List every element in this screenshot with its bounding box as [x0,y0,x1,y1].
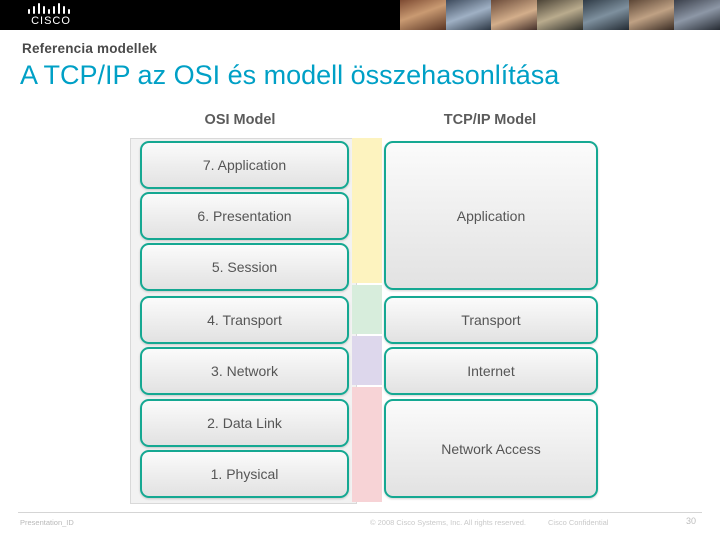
band-network-access [352,387,382,502]
banner-photo [537,0,583,30]
osi-layer-application: 7. Application [140,141,349,189]
page-title: A TCP/IP az OSI és modell összehasonlítá… [20,60,560,90]
osi-layer-session: 5. Session [140,243,349,291]
banner-photo-strip [400,0,720,30]
tcpip-layer-internet: Internet [384,347,598,395]
footer-confidential: Cisco Confidential [548,518,609,527]
slide-banner: CISCO [0,0,720,30]
footer-copyright: © 2008 Cisco Systems, Inc. All rights re… [370,518,527,527]
band-internet [352,336,382,385]
footer-page-number: 30 [686,516,697,526]
banner-photo [400,0,446,30]
band-application [352,138,382,283]
cisco-bars-icon [28,3,74,14]
cisco-logo: CISCO [16,3,86,27]
cisco-wordmark: CISCO [31,15,71,27]
tcpip-column-header: TCP/IP Model [443,112,537,128]
banner-photo [628,0,675,30]
banner-photo [674,0,720,30]
banner-photo [582,0,629,30]
band-transport [352,285,382,334]
osi-layer-physical: 1. Physical [140,450,349,498]
footer-divider [18,512,702,513]
osi-layer-transport: 4. Transport [140,296,349,344]
tcpip-layer-network-access: Network Access [384,399,598,498]
banner-photo [491,0,538,30]
banner-photo [445,0,492,30]
osi-layer-network: 3. Network [140,347,349,395]
osi-layer-presentation: 6. Presentation [140,192,349,240]
osi-tcpip-comparison-diagram: OSI Model TCP/IP Model 7. Application 6.… [130,112,600,504]
tcpip-layer-transport: Transport [384,296,598,344]
osi-column-header: OSI Model [204,112,276,128]
footer-presentation-id: Presentation_ID [20,518,74,527]
slide-eyebrow: Referencia modellek [22,41,158,56]
tcpip-layer-application: Application [384,141,598,290]
osi-layer-data-link: 2. Data Link [140,399,349,447]
